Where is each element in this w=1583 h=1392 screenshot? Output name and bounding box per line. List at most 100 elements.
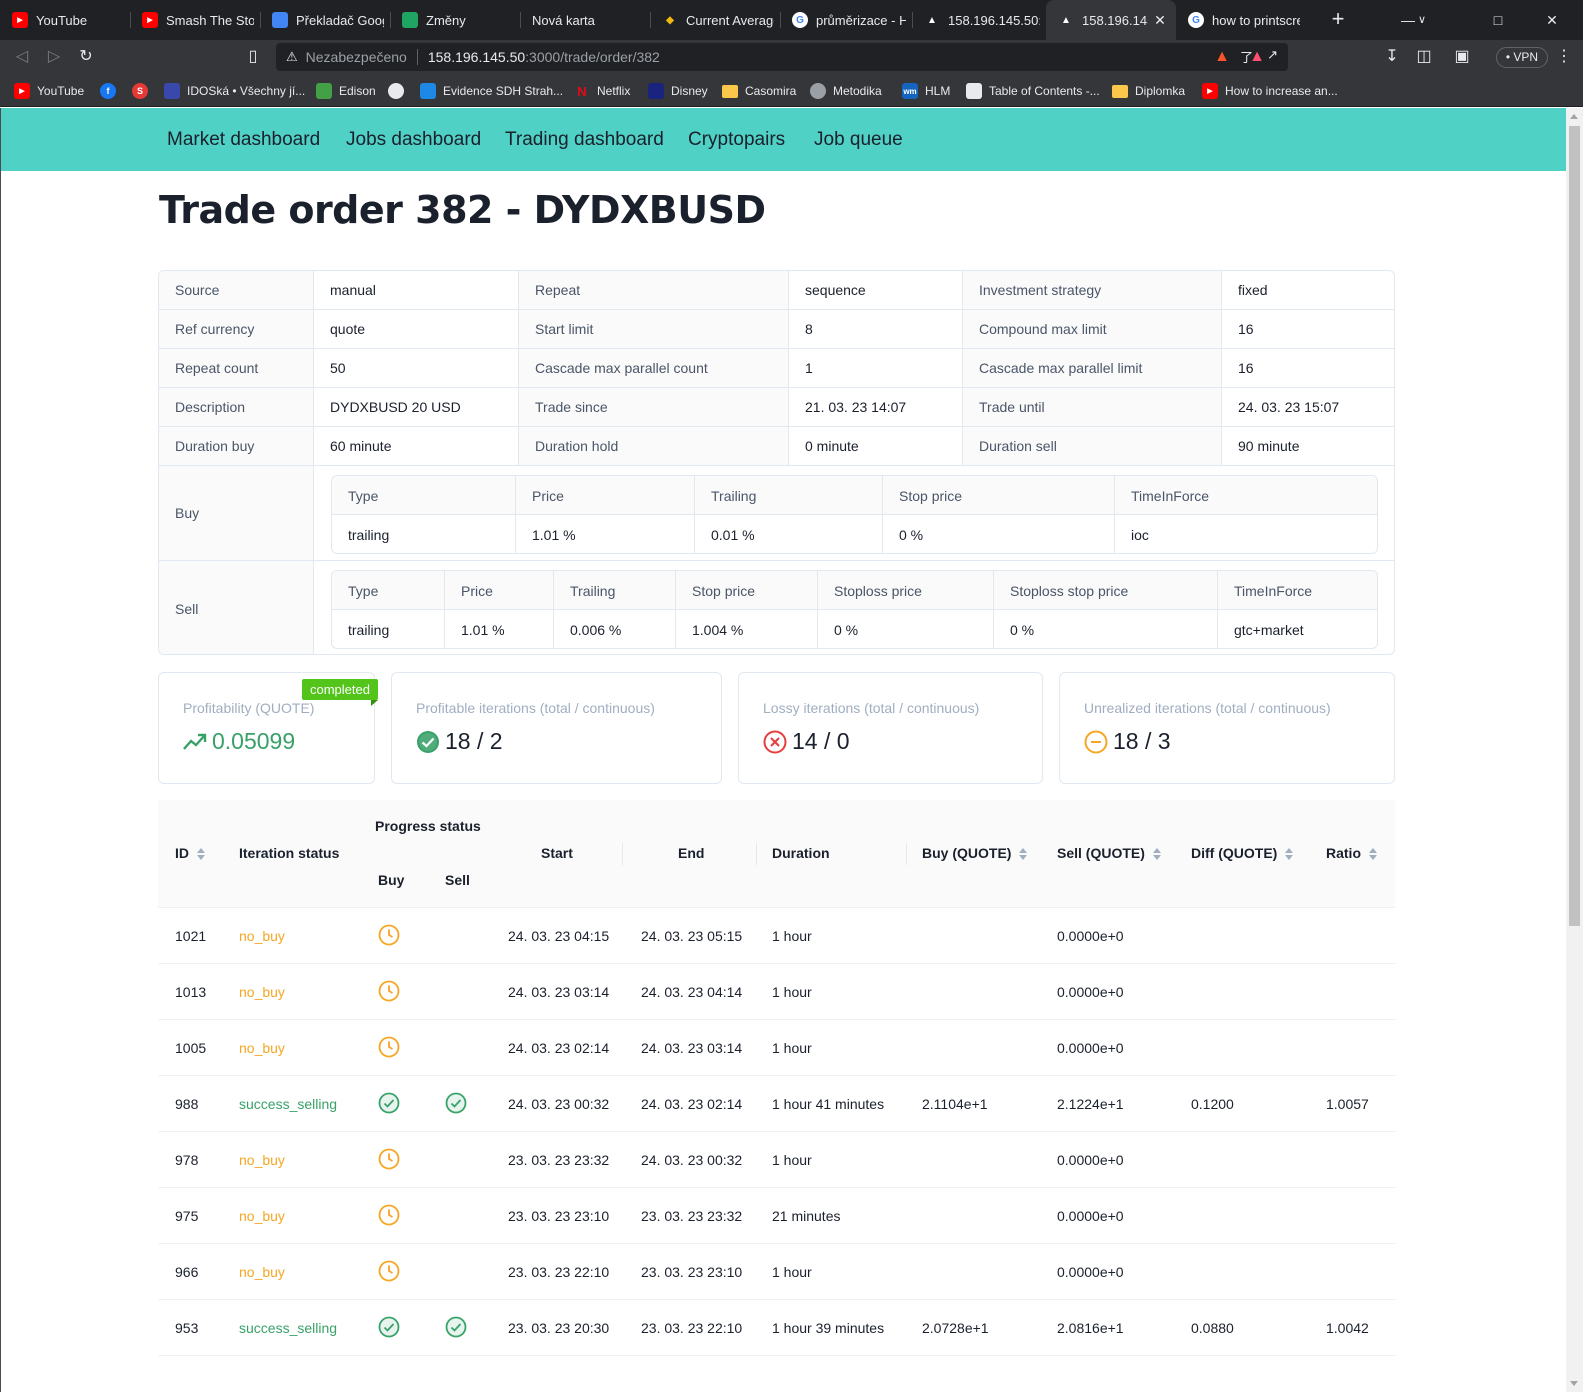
buy-value-cell: 1.01 % — [516, 515, 695, 553]
config-row: Ref currency quote Start limit 8 Compound ma… — [159, 310, 1394, 349]
back-icon[interactable]: ◁ — [10, 45, 34, 69]
buy-config-row: Buy Type Price Trailing Stop price TimeInFor… — [159, 466, 1394, 561]
bookmark-item[interactable]: Metodika — [810, 81, 882, 101]
sell-header-cell: Price — [445, 571, 554, 610]
bookmark-item[interactable]: N Netflix — [574, 81, 630, 101]
minus-circle-icon — [1084, 730, 1108, 753]
config-label: Duration hold — [519, 427, 789, 465]
iteration-status: success_selling — [239, 1320, 338, 1336]
config-label: Trade since — [519, 388, 789, 426]
browser-tab[interactable]: ▶ YouTube — [0, 0, 130, 40]
bookmark-item[interactable]: f — [100, 81, 123, 101]
browser-tab[interactable]: ▲ 158.196.145.50:30 — [912, 0, 1046, 40]
iteration-id: 1005 — [175, 1040, 207, 1056]
nav-market-dashboard[interactable]: Market dashboard — [167, 108, 320, 171]
new-tab-icon[interactable]: + — [1326, 8, 1350, 32]
iteration-sell-quote: 0.0000e+0 — [1057, 1264, 1124, 1280]
col-ratio[interactable]: Ratio — [1326, 845, 1377, 861]
col-start: Start — [541, 845, 573, 861]
scroll-down-icon[interactable] — [1570, 1381, 1578, 1386]
bookmark-label: How to increase an... — [1225, 84, 1338, 98]
config-value: 60 minute — [314, 427, 519, 465]
profitability-value: 0.05099 — [212, 728, 296, 754]
bookmark-item[interactable]: Disney — [648, 81, 708, 101]
browser-tab[interactable]: Nová karta — [520, 0, 650, 40]
bookmark-item[interactable]: S — [132, 81, 155, 101]
address-bar[interactable]: ⚠ Nezabezpečeno 158.196.145.50:3000/trad… — [276, 43, 1288, 71]
bookmark-label: Casomira — [745, 84, 797, 98]
sort-icon[interactable] — [1019, 847, 1028, 861]
close-window-icon[interactable]: ✕ — [1538, 6, 1566, 34]
col-sell-quote-label: Sell (QUOTE) — [1057, 845, 1145, 861]
nav-cryptopairs[interactable]: Cryptopairs — [688, 108, 785, 171]
sort-icon[interactable] — [197, 847, 205, 861]
table-row[interactable]: 953 success_selling 23. 03. 23 20:30 23. 03… — [158, 1300, 1395, 1356]
brave-shield-icon[interactable]: ▲ — [1210, 45, 1234, 69]
browser-tab[interactable]: ▶ Smash The Stone — [130, 0, 260, 40]
sort-icon[interactable] — [1285, 847, 1294, 861]
close-icon[interactable]: ✕ — [1152, 12, 1168, 28]
iteration-duration: 1 hour 39 minutes — [772, 1320, 885, 1336]
bookmark-item[interactable]: Edison — [316, 81, 376, 101]
scrollbar-thumb[interactable] — [1569, 126, 1580, 926]
col-sell-quote[interactable]: Sell (QUOTE) — [1057, 845, 1161, 861]
download-icon[interactable]: ↧ — [1380, 45, 1404, 69]
menu-icon[interactable]: ⋮ — [1554, 45, 1574, 69]
iteration-duration: 1 hour 41 minutes — [772, 1096, 885, 1112]
table-row[interactable] — [158, 1356, 1395, 1392]
check-circle-icon — [445, 1316, 467, 1338]
profitability-value-wrap: 0.05099 — [183, 728, 295, 755]
nav-job-queue[interactable]: Job queue — [814, 108, 903, 171]
bookmark-item[interactable]: wm HLM — [902, 81, 950, 101]
bookmark-item[interactable]: Diplomka — [1112, 81, 1185, 101]
buy-settings-values: trailing 1.01 % 0.01 % 0 % ioc — [332, 515, 1377, 553]
bookmark-item[interactable]: Table of Contents -... — [966, 81, 1100, 101]
iteration-duration: 1 hour — [772, 1152, 812, 1168]
sort-icon[interactable] — [1152, 847, 1161, 861]
tab-search-icon[interactable]: ∨ — [1408, 6, 1436, 34]
browser-tab[interactable]: Ghow to printscree — [1176, 0, 1306, 40]
forward-icon[interactable]: ▷ — [42, 45, 66, 69]
bookmark-item[interactable]: ▶ YouTube — [14, 81, 84, 101]
scroll-up-icon[interactable] — [1570, 114, 1578, 119]
sidebar-icon[interactable]: ◫ — [1412, 45, 1436, 69]
col-buy-quote[interactable]: Buy (QUOTE) — [922, 845, 1028, 861]
table-row[interactable]: 1021 no_buy 24. 03. 23 04:15 24. 03. 23 05:… — [158, 908, 1395, 964]
bookmark-item[interactable]: ▶ How to increase an... — [1202, 81, 1338, 101]
bookmark-item[interactable]: Casomira — [722, 81, 796, 101]
bookmark-item[interactable] — [388, 81, 411, 101]
table-row[interactable]: 1005 no_buy 24. 03. 23 02:14 24. 03. 23 03:… — [158, 1020, 1395, 1076]
buy-value-cell: trailing — [332, 515, 516, 553]
browser-tab[interactable]: Překladač Google — [260, 0, 390, 40]
config-value: manual — [314, 271, 519, 309]
warning-icon: ⚠ — [286, 49, 298, 64]
browser-tab-title: Změny — [426, 12, 466, 28]
table-row[interactable]: 966 no_buy 23. 03. 23 22:10 23. 03. 23 23:1… — [158, 1244, 1395, 1300]
table-row[interactable]: 978 no_buy 23. 03. 23 23:32 24. 03. 23 00:3… — [158, 1132, 1395, 1188]
bookmark-item[interactable]: Evidence SDH Strah... — [420, 81, 563, 101]
table-row[interactable]: 988 success_selling 24. 03. 23 00:32 24. 03… — [158, 1076, 1395, 1132]
bookmark-item[interactable]: IDOSká • Všechny jí... — [164, 81, 305, 101]
table-row[interactable]: 975 no_buy 23. 03. 23 23:10 23. 03. 23 23:3… — [158, 1188, 1395, 1244]
wallet-icon[interactable]: ▣ — [1450, 45, 1474, 69]
maximize-icon[interactable]: □ — [1484, 6, 1512, 34]
col-id[interactable]: ID — [175, 845, 205, 861]
page-scrollbar[interactable] — [1566, 108, 1583, 1392]
nav-trading-dashboard[interactable]: Trading dashboard — [505, 108, 664, 171]
vpn-button[interactable]: • VPN — [1496, 47, 1548, 68]
reload-icon[interactable]: ↻ — [74, 45, 98, 69]
nav-jobs-dashboard[interactable]: Jobs dashboard — [346, 108, 481, 171]
col-diff-quote[interactable]: Diff (QUOTE) — [1191, 845, 1294, 861]
table-row[interactable]: 1013 no_buy 24. 03. 23 03:14 24. 03. 23 04:… — [158, 964, 1395, 1020]
browser-tab[interactable]: ▲ 158.196.145.50✕ — [1046, 0, 1176, 40]
bookmark-label: Disney — [671, 84, 708, 98]
browser-tab[interactable]: Změny — [390, 0, 520, 40]
browser-tab[interactable]: Gprůměrizace - Hle — [780, 0, 912, 40]
col-progress-sell: Sell — [445, 872, 470, 888]
iteration-end: 23. 03. 23 23:32 — [641, 1208, 743, 1224]
sort-icon[interactable] — [1369, 847, 1377, 861]
browser-tab[interactable]: ◆ Current Average P — [650, 0, 780, 40]
config-label: Duration buy — [159, 427, 314, 465]
bookmark-icon[interactable]: ▯ — [241, 45, 265, 69]
brave-rewards-icon[interactable]: ▲ — [1245, 45, 1269, 69]
